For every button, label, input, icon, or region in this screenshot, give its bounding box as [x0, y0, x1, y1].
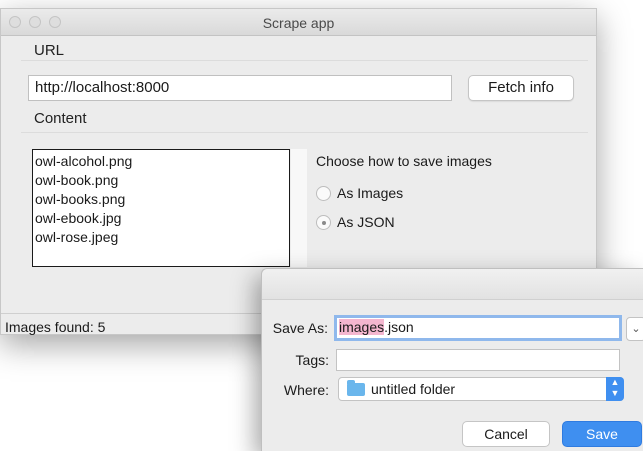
radio-button-icon[interactable] — [316, 185, 331, 201]
url-label: URL — [34, 42, 65, 59]
url-input[interactable]: http://localhost:8000 — [28, 75, 452, 101]
where-label: Where: — [283, 382, 329, 398]
where-popup[interactable]: untitled folder ▲ ▼ — [338, 377, 624, 401]
save-as-label: Save As: — [272, 320, 328, 336]
chevron-down-icon: ⌄ — [631, 323, 641, 335]
content-label: Content — [34, 110, 87, 127]
save-as-input[interactable]: images.json — [334, 315, 622, 341]
dialog-header — [262, 269, 643, 300]
filename-extension: .json — [384, 319, 414, 335]
save-dialog: Save As: images.json ⌄ Tags: Where: unti… — [261, 268, 643, 451]
radio-label: As JSON — [337, 214, 395, 230]
fetch-info-button[interactable]: Fetch info — [468, 75, 574, 101]
save-options-title: Choose how to save images — [316, 153, 492, 169]
tags-input[interactable] — [336, 349, 620, 371]
tags-label: Tags: — [295, 352, 329, 368]
window-title: Scrape app — [262, 15, 335, 31]
cancel-button[interactable]: Cancel — [462, 421, 550, 447]
save-button[interactable]: Save — [562, 421, 642, 447]
content-list[interactable]: owl-alcohol.png owl-book.png owl-books.p… — [32, 149, 290, 267]
radio-label: As Images — [337, 185, 404, 201]
folder-icon — [347, 379, 365, 396]
expand-dialog-button[interactable]: ⌄ — [626, 317, 643, 341]
radio-button-checked-icon[interactable] — [316, 214, 331, 230]
popup-stepper-icon[interactable]: ▲ ▼ — [606, 377, 624, 401]
list-item[interactable]: owl-rose.jpeg — [35, 228, 287, 247]
where-value: untitled folder — [371, 381, 456, 397]
list-item[interactable]: owl-ebook.jpg — [35, 209, 287, 228]
list-item[interactable]: owl-book.png — [35, 171, 287, 190]
list-item[interactable]: owl-books.png — [35, 190, 287, 209]
radio-as-json[interactable]: As JSON — [316, 214, 395, 230]
radio-as-images[interactable]: As Images — [316, 185, 403, 201]
list-scrollbar[interactable] — [291, 149, 307, 267]
images-found-text: Images found: 5 — [5, 319, 106, 335]
filename-selection: images — [339, 319, 385, 335]
divider — [21, 132, 588, 133]
divider — [21, 60, 588, 61]
title-bar[interactable]: Scrape app — [1, 9, 596, 36]
list-item[interactable]: owl-alcohol.png — [35, 152, 287, 171]
